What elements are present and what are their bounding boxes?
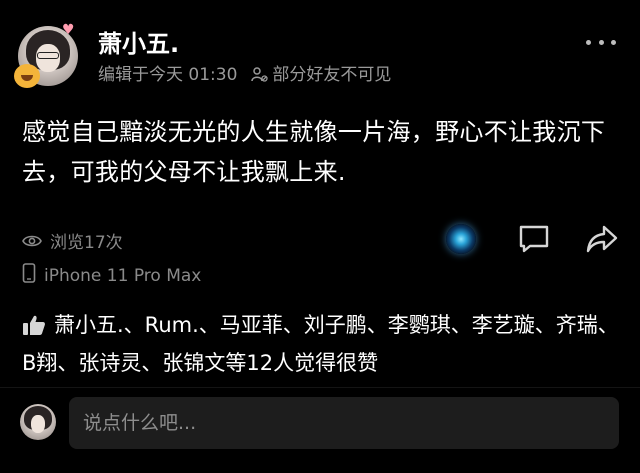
edited-time: 编辑于今天 01:30 xyxy=(98,65,238,85)
view-count-label: 浏览17次 xyxy=(50,233,123,253)
people-icon xyxy=(251,65,272,85)
author-avatar[interactable]: ♥ xyxy=(14,22,78,88)
device-info: iPhone 11 Pro Max xyxy=(22,263,201,289)
likes-text: 萧小五.、Rum.、马亚菲、刘子鹏、李鹦琪、李艺璇、齐瑞、B翔、张诗灵、张锦文等… xyxy=(22,313,619,375)
likes-list: 萧小五.、Rum.、马亚菲、刘子鹏、李鹦琪、李艺璇、齐瑞、B翔、张诗灵、张锦文等… xyxy=(22,308,622,380)
bear-sticker-icon xyxy=(14,64,40,88)
divider xyxy=(0,387,640,388)
device-label: iPhone 11 Pro Max xyxy=(44,266,202,286)
share-icon[interactable] xyxy=(585,224,619,258)
author-name[interactable]: 萧小五. xyxy=(98,30,179,58)
comment-input[interactable] xyxy=(69,397,619,449)
phone-icon xyxy=(22,263,44,289)
thumbs-up-icon xyxy=(22,312,46,346)
more-dots-icon[interactable] xyxy=(586,36,616,48)
current-user-avatar xyxy=(20,404,56,440)
post-content: 感觉自己黯淡无光的人生就像一片海，野心不让我沉下去，可我的父母不让我飘上来. xyxy=(22,118,606,186)
post-meta: 编辑于今天 01:30 部分好友不可见 xyxy=(98,64,391,86)
comment-icon[interactable] xyxy=(518,224,550,258)
eye-icon xyxy=(22,232,50,254)
glowing-orb-icon[interactable] xyxy=(446,224,476,254)
visibility-label[interactable]: 部分好友不可见 xyxy=(272,65,391,85)
view-count: 浏览17次 xyxy=(22,232,123,254)
heart-sticker-icon: ♥ xyxy=(62,22,75,38)
